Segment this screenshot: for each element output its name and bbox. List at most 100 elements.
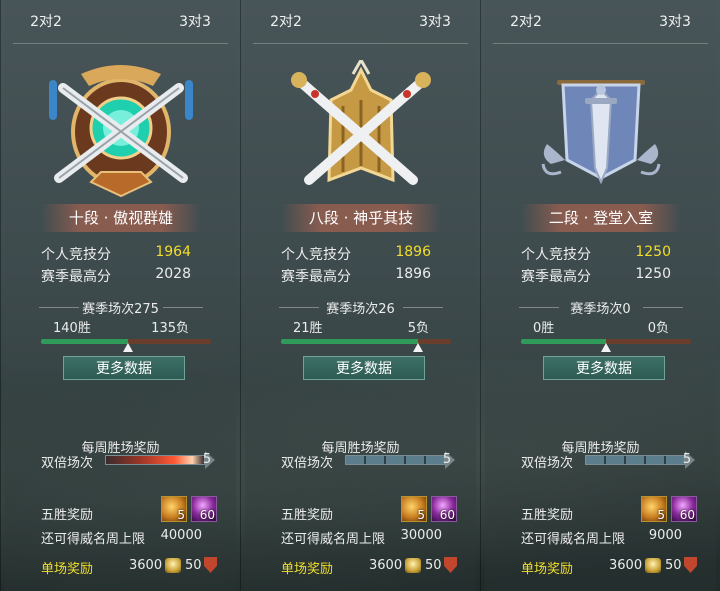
losses-count: 0负 — [647, 321, 669, 336]
reward-item-purple-icon[interactable]: 60 — [191, 496, 217, 522]
single-reward-shield-amount: 50 — [665, 558, 682, 573]
win-loss-row: 140胜 135负 — [41, 317, 211, 336]
season-matches: 赛季场次26 — [326, 302, 395, 317]
reward-item-gold-icon[interactable]: 5 — [641, 496, 667, 522]
reward-item-count: 60 — [679, 508, 695, 522]
double-matches-label: 双倍场次 — [281, 456, 334, 471]
rank-panel-1: 2对2 3对3 十段 · 傲视群雄 个人竞技分 1964 赛季最高分 2028 … — [0, 0, 240, 591]
rank-panel-3: 2对2 3对3 二段 · 登堂入室 个人竞技分 1250 赛季最高分 1250 … — [480, 0, 720, 591]
double-matches-bar — [585, 455, 685, 465]
coin-icon — [405, 558, 421, 573]
reward-item-count: 5 — [417, 508, 425, 522]
mode-tabs: 2对2 3对3 — [241, 0, 480, 44]
win-ratio-fill — [41, 339, 128, 344]
double-matches-count: 5 — [682, 452, 692, 467]
rank-title: 八段 · 神乎其技 — [281, 204, 441, 232]
single-match-reward-label: 单场奖励 — [521, 562, 574, 577]
wins-count: 0胜 — [533, 321, 555, 336]
double-matches-bar — [105, 455, 205, 465]
more-data-button[interactable]: 更多数据 — [303, 356, 425, 380]
win-ratio-marker — [413, 343, 424, 352]
losses-count: 135负 — [151, 321, 189, 336]
win-ratio-fill — [281, 339, 419, 344]
reward-item-purple-icon[interactable]: 60 — [671, 496, 697, 522]
double-matches-count: 5 — [202, 452, 212, 467]
single-reward-shield-amount: 50 — [185, 558, 202, 573]
reward-item-gold-icon[interactable]: 5 — [401, 496, 427, 522]
reward-item-count: 60 — [439, 508, 455, 522]
double-matches-label: 双倍场次 — [41, 456, 94, 471]
more-data-button[interactable]: 更多数据 — [63, 356, 185, 380]
mode-tabs: 2对2 3对3 — [481, 0, 720, 44]
win-loss-row: 21胜 5负 — [281, 317, 451, 336]
weekly-limit-label: 还可得威名周上限 — [521, 532, 626, 547]
win-ratio-marker — [601, 343, 611, 352]
rank-title: 十段 · 傲视群雄 — [41, 204, 201, 232]
personal-score-row: 个人竞技分 1964 — [41, 244, 201, 264]
personal-score-label: 个人竞技分 — [281, 247, 351, 263]
tab-2v2[interactable]: 2对2 — [481, 10, 571, 34]
season-matches: 赛季场次0 — [570, 302, 631, 317]
tab-2v2[interactable]: 2对2 — [241, 10, 331, 34]
win-loss-row: 0胜 0负 — [521, 317, 691, 336]
coin-icon — [645, 558, 661, 573]
five-win-reward-label: 五胜奖励 — [281, 508, 334, 523]
single-reward-shield-amount: 50 — [425, 558, 442, 573]
tab-divider — [253, 43, 468, 44]
season-high-value: 1250 — [635, 266, 671, 282]
personal-score-value: 1896 — [395, 244, 431, 260]
weekly-limit-value: 30000 — [400, 528, 442, 543]
tab-3v3[interactable]: 3对3 — [150, 10, 240, 34]
season-high-label: 赛季最高分 — [521, 269, 591, 285]
gold-crossed-swords-emblem — [290, 60, 431, 185]
coin-icon — [165, 558, 181, 573]
rank-panel-2: 2对2 3对3 八段 · 神乎其技 个人竞技分 1896 赛季最高分 1896 … — [240, 0, 480, 591]
reward-item-count: 60 — [199, 508, 215, 522]
jade-crossed-swords-emblem — [48, 65, 193, 198]
single-reward-coin-amount: 3600 — [609, 558, 643, 573]
single-match-reward-label: 单场奖励 — [281, 562, 334, 577]
more-data-button[interactable]: 更多数据 — [543, 356, 665, 380]
reward-item-purple-icon[interactable]: 60 — [431, 496, 457, 522]
mode-tabs: 2对2 3对3 — [1, 0, 240, 44]
tab-3v3[interactable]: 3对3 — [390, 10, 480, 34]
personal-score-value: 1250 — [635, 244, 671, 260]
double-matches-count: 5 — [442, 452, 452, 467]
win-ratio-fill — [521, 339, 606, 344]
reward-item-count: 5 — [657, 508, 665, 522]
tab-divider — [13, 43, 228, 44]
season-high-value: 1896 — [395, 266, 431, 282]
season-high-label: 赛季最高分 — [281, 269, 351, 285]
single-reward-coin-amount: 3600 — [129, 558, 163, 573]
season-matches: 赛季场次275 — [82, 302, 159, 317]
silver-banner-sword-emblem — [541, 80, 660, 185]
single-reward-coin-amount: 3600 — [369, 558, 403, 573]
season-high-row: 赛季最高分 2028 — [41, 266, 201, 286]
tab-3v3[interactable]: 3对3 — [630, 10, 720, 34]
personal-score-value: 1964 — [155, 244, 191, 260]
personal-score-row: 个人竞技分 1250 — [521, 244, 681, 264]
rank-title: 二段 · 登堂入室 — [521, 204, 681, 232]
five-win-reward-label: 五胜奖励 — [521, 508, 574, 523]
double-matches-bar — [345, 455, 445, 465]
personal-score-label: 个人竞技分 — [521, 247, 591, 263]
weekly-limit-value: 40000 — [160, 528, 202, 543]
double-matches-label: 双倍场次 — [521, 456, 574, 471]
losses-count: 5负 — [407, 321, 429, 336]
weekly-limit-label: 还可得威名周上限 — [281, 532, 386, 547]
win-ratio-marker — [122, 343, 133, 352]
personal-score-label: 个人竞技分 — [41, 247, 111, 263]
wins-count: 140胜 — [53, 321, 91, 336]
personal-score-row: 个人竞技分 1896 — [281, 244, 441, 264]
tab-divider — [493, 43, 708, 44]
wins-count: 21胜 — [293, 321, 323, 336]
season-high-row: 赛季最高分 1250 — [521, 266, 681, 286]
reward-item-count: 5 — [177, 508, 185, 522]
five-win-reward-label: 五胜奖励 — [41, 508, 94, 523]
weekly-limit-label: 还可得威名周上限 — [41, 532, 146, 547]
tab-2v2[interactable]: 2对2 — [1, 10, 91, 34]
single-match-reward-label: 单场奖励 — [41, 562, 94, 577]
weekly-limit-value: 9000 — [648, 528, 682, 543]
reward-item-gold-icon[interactable]: 5 — [161, 496, 187, 522]
season-high-label: 赛季最高分 — [41, 269, 111, 285]
